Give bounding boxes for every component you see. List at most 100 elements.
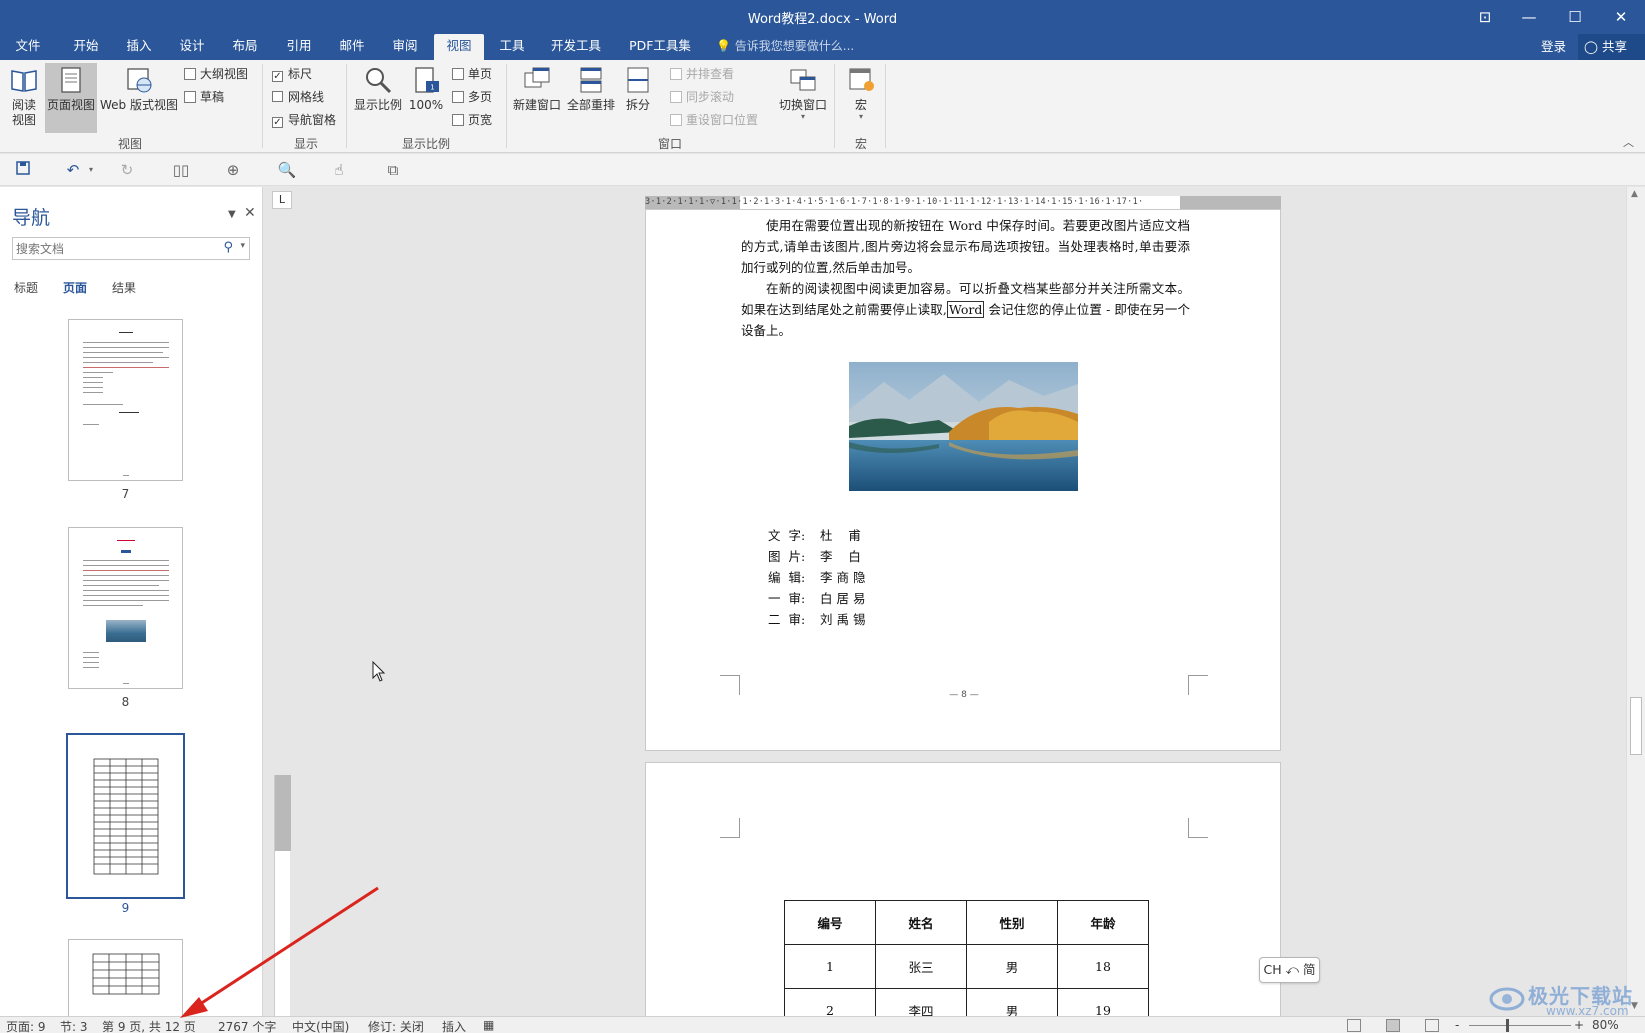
- share-button[interactable]: ◯ 共享: [1578, 34, 1645, 60]
- page-width-button[interactable]: 页宽: [452, 112, 492, 128]
- landscape-image[interactable]: [849, 362, 1078, 491]
- zoom-slider-knob[interactable]: [1506, 1019, 1509, 1032]
- vertical-ruler[interactable]: [274, 775, 291, 1016]
- touch-mode-icon[interactable]: ☝: [328, 160, 350, 180]
- tab-mailings[interactable]: 邮件: [330, 34, 374, 60]
- nav-options-icon[interactable]: ▼: [228, 209, 236, 220]
- paragraph[interactable]: 在新的阅读视图中阅读更加容易。可以折叠文档某些部分并关注所需文本。如果在达到结尾…: [741, 278, 1190, 341]
- zoom-level[interactable]: 80%: [1592, 1018, 1619, 1032]
- tell-me-box[interactable]: 💡 告诉我您想要做什么...: [716, 34, 854, 58]
- web-layout-button[interactable]: Web 版式视图: [99, 63, 179, 113]
- print-preview-icon[interactable]: 🔍: [276, 160, 298, 180]
- zoom-button[interactable]: 显示比例: [352, 63, 404, 113]
- print-layout-view-icon[interactable]: [1386, 1019, 1400, 1032]
- tab-review[interactable]: 审阅: [383, 34, 427, 60]
- vertical-scrollbar[interactable]: ▲ ▼: [1626, 187, 1645, 1016]
- draft-button[interactable]: 草稿: [184, 89, 224, 105]
- new-window-button[interactable]: 新建窗口: [510, 63, 564, 113]
- tab-design[interactable]: 设计: [170, 34, 214, 60]
- search-dropdown-icon[interactable]: ▾: [240, 241, 245, 251]
- nav-tab-results[interactable]: 结果: [112, 279, 136, 296]
- close-button[interactable]: ✕: [1599, 4, 1643, 30]
- save-icon[interactable]: [12, 160, 34, 180]
- status-section[interactable]: 节: 3: [60, 1018, 88, 1033]
- table-cell[interactable]: 2: [784, 988, 876, 1016]
- status-language[interactable]: 中文(中国): [292, 1018, 349, 1033]
- selected-word[interactable]: Word: [946, 301, 985, 318]
- globe-icon[interactable]: ⊕: [222, 160, 244, 180]
- tab-layout[interactable]: 布局: [223, 34, 267, 60]
- table-header-cell[interactable]: 年龄: [1057, 900, 1149, 945]
- redo-icon[interactable]: ↻: [116, 160, 138, 180]
- table-cell[interactable]: 19: [1057, 988, 1149, 1016]
- collapse-ribbon-icon[interactable]: ︿: [1623, 134, 1634, 150]
- switch-windows-button[interactable]: 切换窗口 ▾: [776, 63, 830, 121]
- nav-tab-pages[interactable]: 页面: [63, 279, 87, 296]
- scrollbar-thumb[interactable]: [1630, 697, 1642, 755]
- macros-button[interactable]: 宏 ▾: [842, 63, 880, 121]
- search-icon[interactable]: ⚲: [223, 240, 233, 255]
- tab-insert[interactable]: 插入: [117, 34, 161, 60]
- two-pages-icon[interactable]: ▯▯: [170, 160, 192, 180]
- tab-references[interactable]: 引用: [277, 34, 321, 60]
- zoom-out-button[interactable]: -: [1455, 1018, 1459, 1032]
- table-cell[interactable]: 男: [966, 944, 1058, 989]
- page-thumbnail-9[interactable]: [66, 733, 185, 899]
- status-page-count[interactable]: 第 9 页, 共 12 页: [102, 1018, 196, 1033]
- status-page[interactable]: 页面: 9: [6, 1018, 46, 1033]
- document-area[interactable]: L 3·1·2·1·1·1·▽·1·1·1·2·1·3·1·4·1·5·1·6·…: [264, 187, 1626, 1016]
- zoom-in-button[interactable]: +: [1574, 1018, 1584, 1032]
- customize-icon[interactable]: ⧉: [382, 160, 404, 180]
- tab-pdf-tools[interactable]: PDF工具集: [624, 34, 696, 60]
- reset-position-button[interactable]: 重设窗口位置: [670, 112, 758, 128]
- nav-pane-checkbox[interactable]: ✓ 导航窗格: [272, 112, 336, 128]
- ruler-checkbox[interactable]: ✓ 标尺: [272, 66, 312, 82]
- status-track-changes[interactable]: 修订: 关闭: [368, 1018, 424, 1033]
- sync-scroll-button[interactable]: 同步滚动: [670, 89, 734, 105]
- tab-home[interactable]: 开始: [64, 34, 108, 60]
- read-mode-view-icon[interactable]: [1347, 1019, 1361, 1032]
- login-link[interactable]: 登录: [1541, 34, 1566, 60]
- one-page-button[interactable]: 单页: [452, 66, 492, 82]
- web-layout-view-icon[interactable]: [1425, 1019, 1439, 1032]
- page-8[interactable]: 使用在需要位置出现的新按钮在 Word 中保存时间。若要更改图片适应文档的方式,…: [645, 209, 1281, 751]
- table-header-cell[interactable]: 编号: [784, 900, 876, 945]
- ribbon-display-options-button[interactable]: ⊡: [1463, 4, 1507, 30]
- zoom-slider[interactable]: [1469, 1025, 1571, 1026]
- tab-file[interactable]: 文件: [6, 34, 50, 60]
- paragraph[interactable]: 使用在需要位置出现的新按钮在 Word 中保存时间。若要更改图片适应文档的方式,…: [741, 215, 1190, 278]
- nav-tab-headings[interactable]: 标题: [14, 279, 38, 296]
- tab-stop-selector[interactable]: L: [272, 191, 292, 209]
- tab-view[interactable]: 视图: [434, 34, 484, 60]
- minimize-button[interactable]: —: [1507, 4, 1551, 30]
- table-cell[interactable]: 男: [966, 988, 1058, 1016]
- table-cell[interactable]: 张三: [875, 944, 967, 989]
- macro-record-icon[interactable]: ▦: [483, 1018, 494, 1032]
- arrange-all-button[interactable]: 全部重排: [564, 63, 618, 113]
- table-header-cell[interactable]: 性别: [966, 900, 1058, 945]
- nav-search-box[interactable]: ⚲ ▾: [12, 237, 250, 260]
- nav-search-input[interactable]: [13, 238, 213, 259]
- status-word-count[interactable]: 2767 个字: [218, 1018, 276, 1033]
- table-cell[interactable]: 1: [784, 944, 876, 989]
- side-by-side-button[interactable]: 并排查看: [670, 66, 734, 82]
- status-insert-mode[interactable]: 插入: [442, 1018, 466, 1033]
- table-cell[interactable]: 18: [1057, 944, 1149, 989]
- data-table[interactable]: 编号 姓名 性别 年龄 1 张三 男 18 2 李四 男 19: [784, 900, 1149, 1016]
- page-9[interactable]: 编号 姓名 性别 年龄 1 张三 男 18 2 李四 男 19: [645, 762, 1281, 1016]
- nav-close-icon[interactable]: ✕: [244, 205, 256, 221]
- undo-dropdown-icon[interactable]: ▾: [80, 160, 102, 180]
- table-header-cell[interactable]: 姓名: [875, 900, 967, 945]
- page-thumbnail-7[interactable]: [68, 319, 183, 481]
- page-thumbnail-8[interactable]: [68, 527, 183, 689]
- print-layout-button[interactable]: 页面视图: [45, 63, 97, 133]
- table-cell[interactable]: 李四: [875, 988, 967, 1016]
- ime-indicator[interactable]: CH ⤺ 简: [1259, 957, 1320, 983]
- multiple-pages-button[interactable]: 多页: [452, 89, 492, 105]
- read-mode-button[interactable]: 阅读 视图: [6, 63, 42, 128]
- maximize-button[interactable]: ☐: [1553, 4, 1597, 30]
- tab-developer[interactable]: 开发工具: [546, 34, 606, 60]
- outline-button[interactable]: 大纲视图: [184, 66, 248, 82]
- scroll-up-icon[interactable]: ▲: [1631, 189, 1638, 199]
- zoom-100-button[interactable]: 1 100%: [408, 63, 444, 113]
